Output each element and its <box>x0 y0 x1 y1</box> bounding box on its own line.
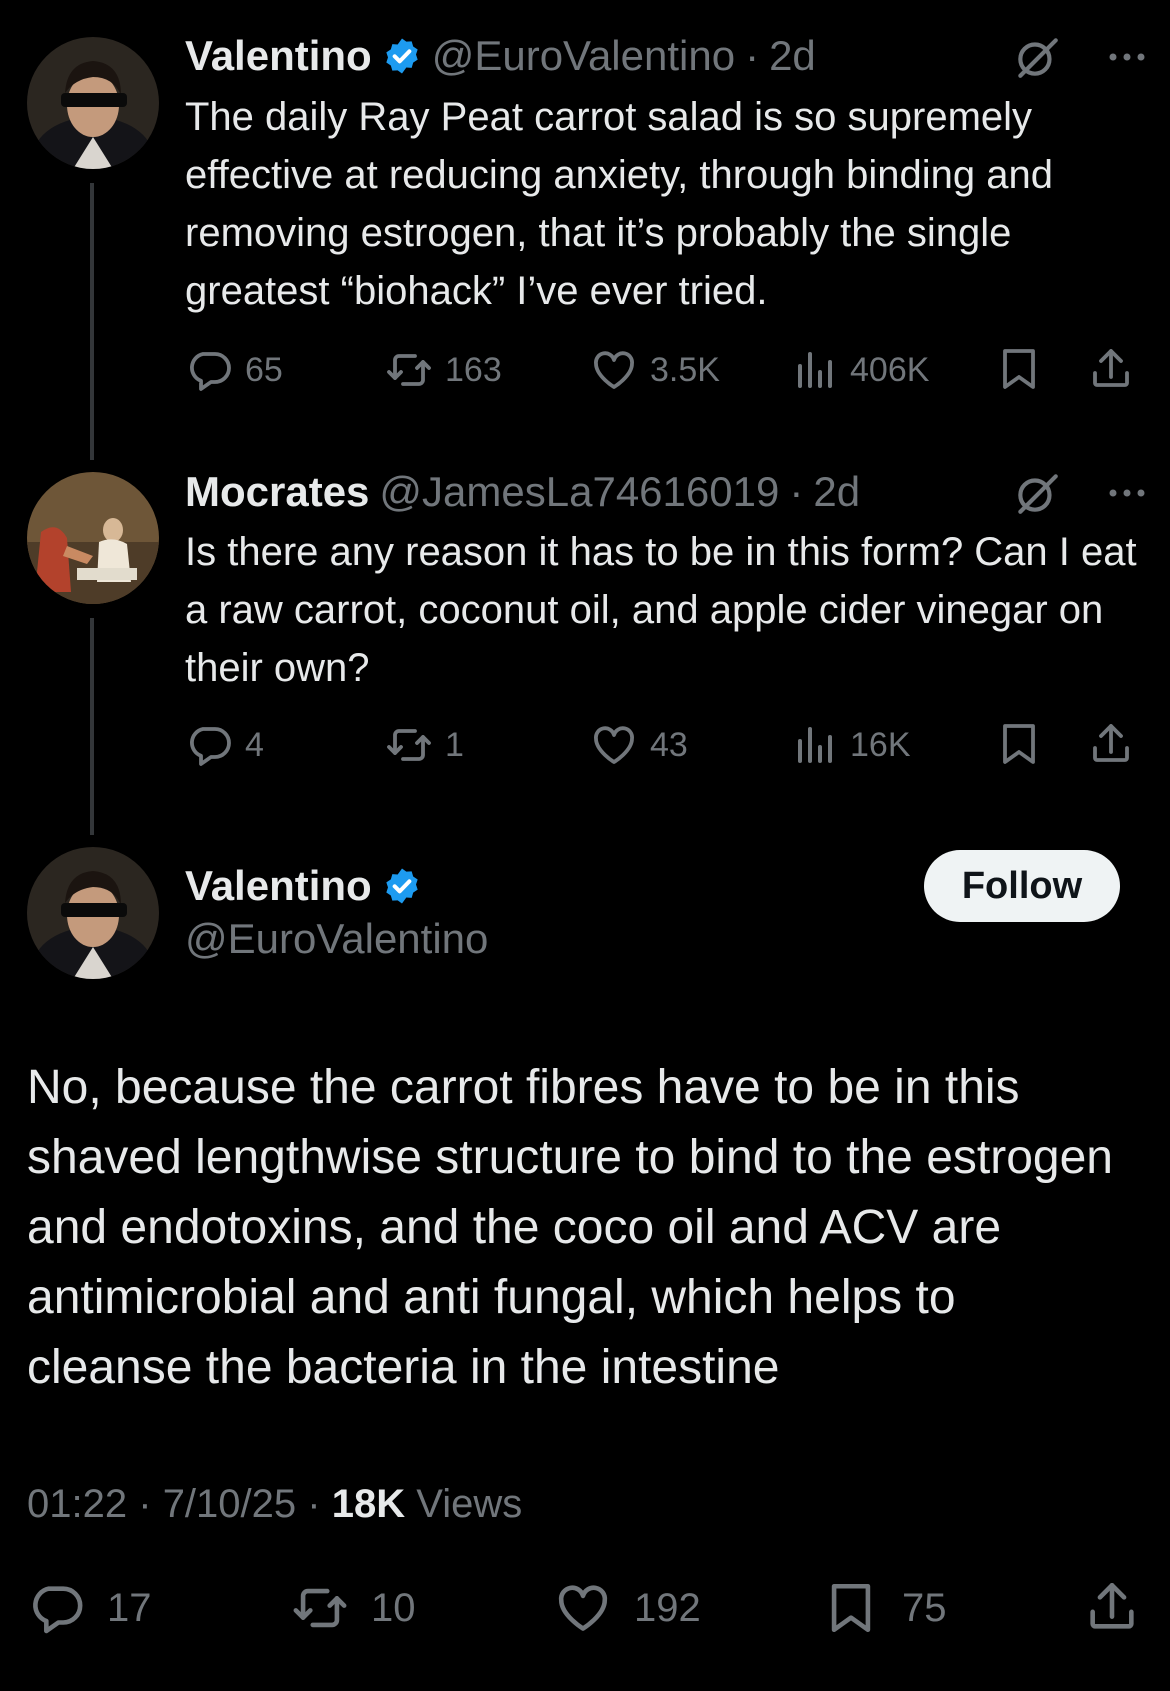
share-icon[interactable] <box>1083 1578 1141 1636</box>
avatar[interactable] <box>27 37 159 169</box>
like-count: 192 <box>634 1585 701 1630</box>
separator: · <box>307 1482 321 1526</box>
reply-button[interactable]: 17 <box>27 1579 152 1637</box>
tweet1-top-icons <box>1012 32 1148 82</box>
repost-count: 10 <box>371 1585 416 1630</box>
more-icon[interactable] <box>1106 36 1148 78</box>
repost-count: 163 <box>445 350 502 389</box>
main-tweet-text: No, because the carrot fibres have to be… <box>27 1061 1113 1394</box>
share-icon[interactable] <box>1087 345 1135 393</box>
author-handle[interactable]: @JamesLa74616019 <box>379 468 779 516</box>
reply-count: 4 <box>245 725 264 764</box>
like-button[interactable]: 192 <box>554 1579 701 1637</box>
tweet2-top-icons <box>1012 468 1148 518</box>
repost-icon <box>385 346 433 394</box>
tweet2-actions: 4 1 43 16K <box>185 720 1135 770</box>
bookmark-icon <box>822 1579 880 1637</box>
thread-line <box>90 183 94 460</box>
verified-badge-icon <box>382 36 422 76</box>
avatar[interactable] <box>27 847 159 979</box>
views-chart-icon <box>790 346 838 394</box>
heart-icon <box>590 346 638 394</box>
view-count: 16K <box>850 725 911 764</box>
verified-badge-icon <box>382 866 422 906</box>
slash-circle-icon[interactable] <box>1012 468 1062 518</box>
share-icon[interactable] <box>1087 720 1135 768</box>
bookmark-icon[interactable] <box>995 345 1043 393</box>
more-icon[interactable] <box>1106 472 1148 514</box>
reply-count: 65 <box>245 350 283 389</box>
thread-line <box>90 618 94 835</box>
timestamp[interactable]: 2d <box>813 468 860 516</box>
reply-count: 17 <box>107 1585 152 1630</box>
repost-count: 1 <box>445 725 464 764</box>
author-handle[interactable]: @EuroValentino <box>432 32 735 80</box>
repost-button[interactable]: 10 <box>291 1579 416 1637</box>
follow-button[interactable]: Follow <box>924 850 1120 922</box>
views-button[interactable]: 16K <box>790 721 911 769</box>
tweet1-actions: 65 163 3.5K 406K <box>185 345 1135 395</box>
author-name[interactable]: Mocrates <box>185 468 369 516</box>
main-actions: 17 10 192 75 <box>27 1578 1142 1638</box>
reply-icon <box>185 346 233 394</box>
heart-icon <box>554 1579 612 1637</box>
heart-icon <box>590 721 638 769</box>
tweet2-header: Mocrates @JamesLa74616019 · 2d <box>185 464 860 520</box>
bookmark-icon[interactable] <box>995 720 1043 768</box>
tweet1-header: Valentino @EuroValentino · 2d <box>185 28 816 84</box>
view-count: 406K <box>850 350 930 389</box>
avatar-image <box>27 847 159 979</box>
views-count: 18K <box>331 1482 406 1526</box>
like-count: 43 <box>650 725 688 764</box>
author-handle[interactable]: @EuroValentino <box>185 915 488 963</box>
repost-button[interactable]: 163 <box>385 346 502 394</box>
separator: · <box>138 1482 152 1526</box>
tweet1-text: The daily Ray Peat carrot salad is so su… <box>185 95 1054 313</box>
tweet2-text: Is there any reason it has to be in this… <box>185 530 1137 690</box>
tweet-meta: 01:22 · 7/10/25 · 18K Views <box>27 1482 522 1527</box>
like-button[interactable]: 43 <box>590 721 688 769</box>
author-name[interactable]: Valentino <box>185 32 372 80</box>
avatar-image <box>27 37 159 169</box>
slash-circle-icon[interactable] <box>1012 32 1062 82</box>
post-date[interactable]: 7/10/25 <box>163 1482 296 1526</box>
separator: · <box>745 32 760 79</box>
views-chart-icon <box>790 721 838 769</box>
repost-icon <box>385 721 433 769</box>
like-button[interactable]: 3.5K <box>590 346 720 394</box>
main-author-row: Valentino <box>185 858 422 914</box>
reply-button[interactable]: 4 <box>185 721 264 769</box>
reply-icon <box>27 1579 85 1637</box>
reply-button[interactable]: 65 <box>185 346 283 394</box>
avatar[interactable] <box>27 472 159 604</box>
repost-button[interactable]: 1 <box>385 721 464 769</box>
avatar-image <box>27 472 159 604</box>
separator: · <box>789 468 804 515</box>
author-name[interactable]: Valentino <box>185 862 372 910</box>
reply-icon <box>185 721 233 769</box>
bookmark-button[interactable]: 75 <box>822 1579 947 1637</box>
timestamp[interactable]: 2d <box>769 32 816 80</box>
views-button[interactable]: 406K <box>790 346 929 394</box>
bookmark-count: 75 <box>902 1585 947 1630</box>
post-time[interactable]: 01:22 <box>27 1482 127 1526</box>
repost-icon <box>291 1579 349 1637</box>
like-count: 3.5K <box>650 350 720 389</box>
views-label: Views <box>416 1482 523 1526</box>
